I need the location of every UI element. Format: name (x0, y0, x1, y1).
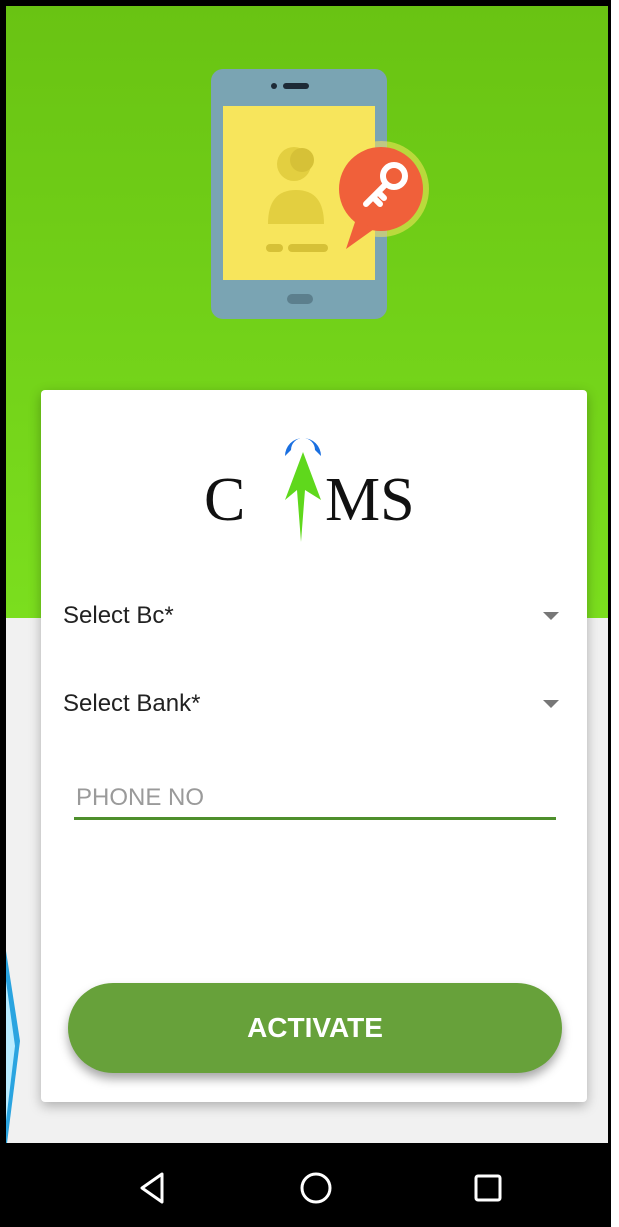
activate-button[interactable]: ACTIVATE (68, 983, 562, 1073)
bc-select[interactable]: Select Bc* (63, 592, 563, 640)
bc-select-label: Select Bc* (63, 602, 174, 629)
home-icon[interactable] (293, 1165, 339, 1211)
system-navigation-bar (6, 1143, 608, 1227)
logo-text-right: MS (325, 466, 415, 534)
activation-card: C MS Select Bc* Select Bank* ACTIVATE (41, 390, 587, 1102)
logo-text-left: C (204, 466, 245, 534)
phone-key-illustration (211, 69, 429, 319)
app-screen: C MS Select Bc* Select Bank* ACTIVATE (0, 0, 611, 1227)
recents-icon[interactable] (465, 1165, 511, 1211)
bank-select-label: Select Bank* (63, 690, 201, 717)
back-icon[interactable] (130, 1165, 176, 1211)
phone-input[interactable] (74, 778, 556, 820)
dropdown-arrow-icon (543, 612, 559, 620)
bank-select[interactable]: Select Bank* (63, 680, 563, 728)
dropdown-arrow-icon (543, 700, 559, 708)
decorative-shape (6, 951, 20, 1151)
cims-logo: C MS (204, 438, 415, 542)
